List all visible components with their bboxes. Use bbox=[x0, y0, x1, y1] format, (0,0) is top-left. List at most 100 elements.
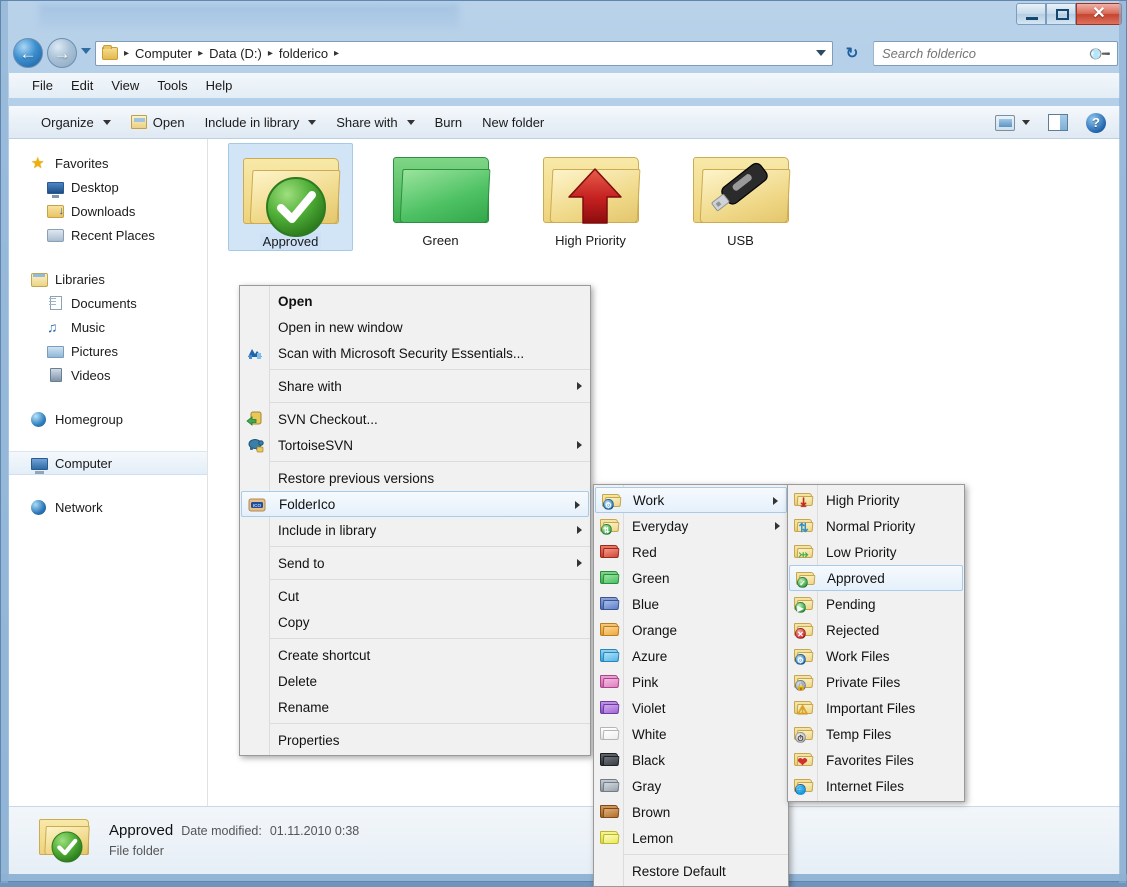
menu-edit[interactable]: Edit bbox=[62, 75, 102, 96]
close-button[interactable]: ✕ bbox=[1076, 3, 1122, 25]
sidebar-item-pictures[interactable]: Pictures bbox=[9, 339, 207, 363]
sidebar-item-computer[interactable]: Computer bbox=[9, 451, 207, 475]
submenu-item-restore-default[interactable]: Restore Default bbox=[594, 858, 788, 884]
ctx-item-rename[interactable]: Rename bbox=[240, 694, 590, 720]
maximize-button[interactable] bbox=[1046, 3, 1076, 25]
submenu-item-private-files[interactable]: 🔒 Private Files bbox=[788, 669, 964, 695]
submenu-item-pending[interactable]: ▶ Pending bbox=[788, 591, 964, 617]
submenu-item-low-priority[interactable]: ⤔ Low Priority bbox=[788, 539, 964, 565]
ctx-item-scan-with-security-essentials[interactable]: Scan with Microsoft Security Essentials.… bbox=[240, 340, 590, 366]
ctx-item-cut[interactable]: Cut bbox=[240, 583, 590, 609]
submenu-item-important-files[interactable]: ⚠ Important Files bbox=[788, 695, 964, 721]
menu-view[interactable]: View bbox=[102, 75, 148, 96]
submenu-item-orange[interactable]: Orange bbox=[594, 617, 788, 643]
sidebar-item-network[interactable]: Network bbox=[9, 495, 207, 519]
forward-button[interactable]: → bbox=[47, 38, 77, 68]
ctx-item-share-with[interactable]: Share with bbox=[240, 373, 590, 399]
sidebar-item-favorites[interactable]: ★ Favorites bbox=[9, 151, 207, 175]
sidebar-item-videos[interactable]: Videos bbox=[9, 363, 207, 387]
breadcrumb-data-d[interactable]: Data (D:) bbox=[205, 44, 266, 63]
sidebar-item-homegroup[interactable]: Homegroup bbox=[9, 407, 207, 431]
submenu-item-normal-priority[interactable]: ⇅ Normal Priority bbox=[788, 513, 964, 539]
submenu-item-high-priority[interactable]: ⤓ High Priority bbox=[788, 487, 964, 513]
submenu-item-azure[interactable]: Azure bbox=[594, 643, 788, 669]
ctx-item-send-to[interactable]: Send to bbox=[240, 550, 590, 576]
file-item-approved[interactable]: Approved bbox=[228, 143, 353, 251]
ctx-item-open-in-new-window[interactable]: Open in new window bbox=[240, 314, 590, 340]
ctx-item-tortoisesvn[interactable]: TortoiseSVN bbox=[240, 432, 590, 458]
window-frame-left bbox=[1, 1, 8, 883]
menu-tools[interactable]: Tools bbox=[148, 75, 196, 96]
refresh-button[interactable]: ↻ bbox=[841, 43, 863, 64]
chevron-down-icon[interactable] bbox=[1022, 120, 1030, 125]
new-folder-button[interactable]: New folder bbox=[472, 110, 554, 135]
submenu-item-white[interactable]: White bbox=[594, 721, 788, 747]
ctx-item-properties[interactable]: Properties bbox=[240, 727, 590, 753]
sidebar-item-downloads[interactable]: Downloads bbox=[9, 199, 207, 223]
submenu-item-pink[interactable]: Pink bbox=[594, 669, 788, 695]
burn-button[interactable]: Burn bbox=[425, 110, 472, 135]
submenu-item-approved[interactable]: ✓ Approved bbox=[789, 565, 963, 591]
submenu-item-black[interactable]: Black bbox=[594, 747, 788, 773]
folder-favorites-files-icon: ❤ bbox=[794, 751, 814, 768]
submenu-item-gray[interactable]: Gray bbox=[594, 773, 788, 799]
menu-help[interactable]: Help bbox=[197, 75, 242, 96]
navigation-pane: ★ Favorites Desktop Downloads Recent Pla… bbox=[9, 139, 208, 806]
context-menu[interactable]: Open Open in new window Scan with Micros… bbox=[239, 285, 591, 756]
history-dropdown-icon[interactable] bbox=[81, 48, 91, 54]
ctx-item-svn-checkout[interactable]: SVN Checkout... bbox=[240, 406, 590, 432]
change-view-icon[interactable] bbox=[995, 114, 1015, 131]
ctx-item-open[interactable]: Open bbox=[240, 288, 590, 314]
file-item-usb[interactable]: USB bbox=[678, 143, 803, 249]
submenu-item-internet-files[interactable]: 🌐 Internet Files bbox=[788, 773, 964, 799]
help-icon[interactable]: ? bbox=[1086, 112, 1106, 133]
preview-pane-icon[interactable] bbox=[1048, 114, 1068, 131]
ctx-item-include-in-library[interactable]: Include in library bbox=[240, 517, 590, 543]
breadcrumb-computer[interactable]: Computer bbox=[131, 44, 196, 63]
submenu-item-work-files[interactable]: ⚙ Work Files bbox=[788, 643, 964, 669]
open-button[interactable]: Open bbox=[121, 110, 195, 135]
breadcrumb-folderico[interactable]: folderico bbox=[275, 44, 332, 63]
sidebar-item-music[interactable]: ♫ Music bbox=[9, 315, 207, 339]
menu-file[interactable]: File bbox=[23, 75, 62, 96]
submenu-item-temp-files[interactable]: ⏱ Temp Files bbox=[788, 721, 964, 747]
address-bar[interactable]: ▸ Computer ▸ Data (D:) ▸ folderico ▸ bbox=[95, 41, 833, 66]
submenu-label: Black bbox=[632, 752, 666, 768]
submenu-item-violet[interactable]: Violet bbox=[594, 695, 788, 721]
organize-button[interactable]: Organize bbox=[31, 110, 121, 135]
sidebar-item-libraries[interactable]: Libraries bbox=[9, 267, 207, 291]
ctx-item-delete[interactable]: Delete bbox=[240, 668, 590, 694]
folderico-submenu[interactable]: ⚙ Work ⇅ Everyday Red Green Blue Orange … bbox=[593, 484, 789, 887]
folder-work-files-icon: ⚙ bbox=[794, 647, 814, 665]
star-icon: ★ bbox=[31, 154, 45, 172]
downloads-folder-icon bbox=[47, 204, 64, 218]
search-input[interactable] bbox=[874, 46, 1091, 61]
share-with-label: Share with bbox=[336, 114, 398, 130]
ctx-item-create-shortcut[interactable]: Create shortcut bbox=[240, 642, 590, 668]
ctx-item-folderico[interactable]: ICO FolderIco bbox=[241, 491, 589, 517]
ctx-item-copy[interactable]: Copy bbox=[240, 609, 590, 635]
work-submenu[interactable]: ⤓ High Priority ⇅ Normal Priority ⤔ Low … bbox=[787, 484, 965, 802]
share-with-button[interactable]: Share with bbox=[326, 110, 424, 135]
submenu-item-lemon[interactable]: Lemon bbox=[594, 825, 788, 851]
submenu-item-rejected[interactable]: ✕ Rejected bbox=[788, 617, 964, 643]
ctx-item-restore-previous-versions[interactable]: Restore previous versions bbox=[240, 465, 590, 491]
minimize-button[interactable] bbox=[1016, 3, 1046, 25]
folder-black-icon bbox=[600, 751, 620, 768]
back-button[interactable]: ← bbox=[13, 38, 43, 68]
sidebar-item-recent-places[interactable]: Recent Places bbox=[9, 223, 207, 247]
submenu-item-favorites-files[interactable]: ❤ Favorites Files bbox=[788, 747, 964, 773]
submenu-item-blue[interactable]: Blue bbox=[594, 591, 788, 617]
sidebar-item-desktop[interactable]: Desktop bbox=[9, 175, 207, 199]
file-item-high-priority[interactable]: High Priority bbox=[528, 143, 653, 249]
address-dropdown-icon[interactable] bbox=[816, 50, 826, 56]
search-box[interactable]: 🔍 bbox=[873, 41, 1118, 66]
file-item-green[interactable]: Green bbox=[378, 143, 503, 249]
submenu-item-work[interactable]: ⚙ Work bbox=[595, 487, 787, 513]
submenu-item-brown[interactable]: Brown bbox=[594, 799, 788, 825]
include-in-library-button[interactable]: Include in library bbox=[195, 110, 327, 135]
submenu-item-green[interactable]: Green bbox=[594, 565, 788, 591]
submenu-item-everyday[interactable]: ⇅ Everyday bbox=[594, 513, 788, 539]
submenu-item-red[interactable]: Red bbox=[594, 539, 788, 565]
sidebar-item-documents[interactable]: Documents bbox=[9, 291, 207, 315]
